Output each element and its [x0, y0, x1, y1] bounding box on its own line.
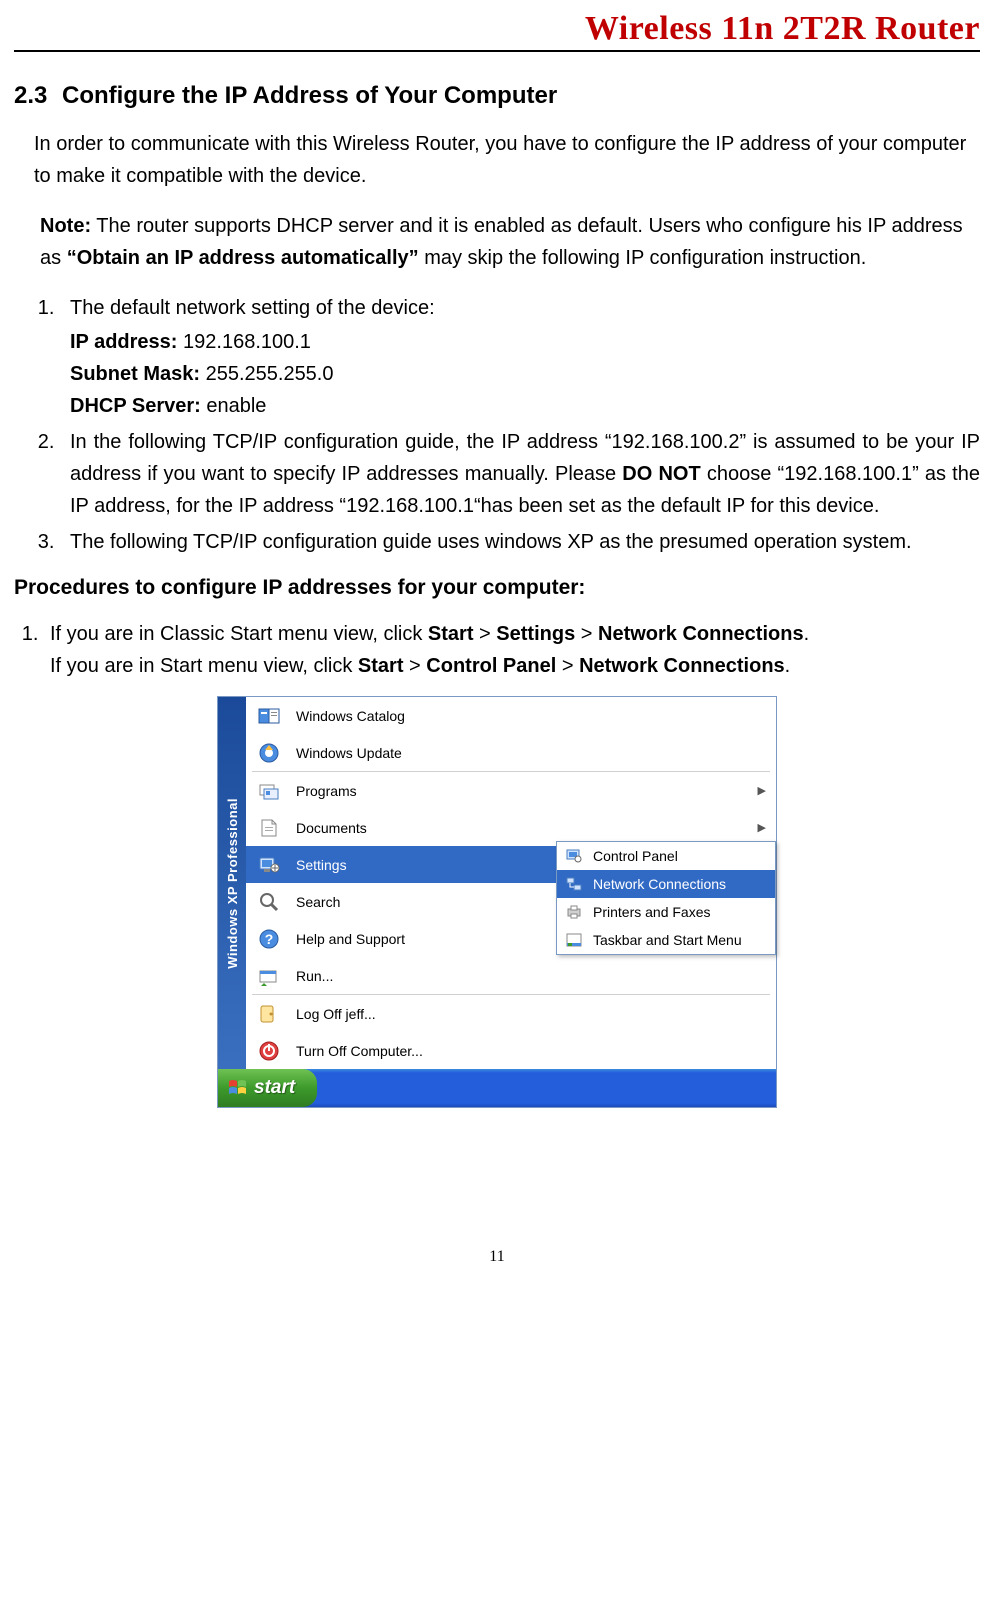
subnet-mask-label: Subnet Mask:	[70, 363, 200, 385]
programs-icon	[256, 779, 282, 803]
numbered-list-1: The default network setting of the devic…	[14, 292, 980, 558]
submenu-item-network-connections[interactable]: Network Connections	[557, 870, 775, 898]
subnet-mask-value: 255.255.255.0	[200, 363, 333, 385]
content-area: 2.3Configure the IP Address of Your Comp…	[0, 52, 994, 1108]
note-label: Note:	[40, 215, 91, 237]
intro-paragraph: In order to communicate with this Wirele…	[34, 128, 980, 192]
menu-item-log-off[interactable]: Log Off jeff...	[246, 995, 776, 1032]
sidebar-label: Windows XP Professional	[225, 792, 240, 975]
start-menu-screenshot: Windows XP Professional Windows Catalog	[217, 696, 777, 1108]
dhcp-server-label: DHCP Server:	[70, 395, 201, 417]
section-number: 2.3	[14, 82, 62, 110]
menu-item-windows-catalog[interactable]: Windows Catalog	[246, 697, 776, 734]
update-icon	[256, 741, 282, 765]
taskbar: start	[218, 1069, 776, 1107]
submenu-arrow-icon: ▶	[754, 784, 766, 797]
control-panel-icon	[565, 847, 583, 865]
ip-address-value: 192.168.100.1	[177, 331, 310, 353]
menu-item-programs[interactable]: Programs ▶	[246, 772, 776, 809]
start-menu-list: Windows Catalog Windows Update Progr	[246, 697, 776, 1069]
submenu-item-printers-faxes[interactable]: Printers and Faxes	[557, 898, 775, 926]
windows-logo-icon	[228, 1079, 248, 1097]
menu-item-run[interactable]: Run...	[246, 957, 776, 994]
start-button[interactable]: start	[218, 1069, 317, 1107]
start-button-label: start	[254, 1077, 295, 1099]
procedures-heading: Procedures to configure IP addresses for…	[14, 576, 980, 600]
menu-item-windows-update[interactable]: Windows Update	[246, 734, 776, 771]
svg-text:?: ?	[265, 931, 274, 947]
procedures-list: If you are in Classic Start menu view, c…	[14, 618, 980, 682]
header-title: Wireless 11n 2T2R Router	[585, 10, 980, 47]
menu-item-turn-off[interactable]: Turn Off Computer...	[246, 1032, 776, 1069]
submenu-item-control-panel[interactable]: Control Panel	[557, 842, 775, 870]
section-title: Configure the IP Address of Your Compute…	[62, 82, 557, 109]
note-paragraph: Note: The router supports DHCP server an…	[40, 210, 980, 274]
ip-address-label: IP address:	[70, 331, 177, 353]
section-heading: 2.3Configure the IP Address of Your Comp…	[14, 82, 980, 110]
settings-submenu: Control Panel Network Connections	[556, 841, 776, 955]
printer-icon	[565, 903, 583, 921]
list-item: If you are in Classic Start menu view, c…	[44, 618, 980, 682]
list-item: The following TCP/IP configuration guide…	[60, 526, 980, 558]
search-icon	[256, 890, 282, 914]
list-item: The default network setting of the devic…	[60, 292, 980, 422]
turnoff-icon	[256, 1039, 282, 1063]
logoff-icon	[256, 1002, 282, 1026]
taskbar-icon	[565, 931, 583, 949]
submenu-item-taskbar[interactable]: Taskbar and Start Menu	[557, 926, 775, 954]
settings-icon	[256, 853, 282, 877]
documents-icon	[256, 816, 282, 840]
dhcp-server-value: enable	[201, 395, 267, 417]
network-icon	[565, 875, 583, 893]
page-number: 11	[0, 1248, 994, 1266]
start-menu-sidebar: Windows XP Professional	[218, 697, 246, 1069]
help-icon: ?	[256, 927, 282, 951]
list-item: In the following TCP/IP configuration gu…	[60, 426, 980, 522]
page-header: Wireless 11n 2T2R Router	[14, 10, 980, 52]
catalog-icon	[256, 704, 282, 728]
run-icon	[256, 964, 282, 988]
submenu-arrow-icon: ▶	[754, 821, 766, 834]
